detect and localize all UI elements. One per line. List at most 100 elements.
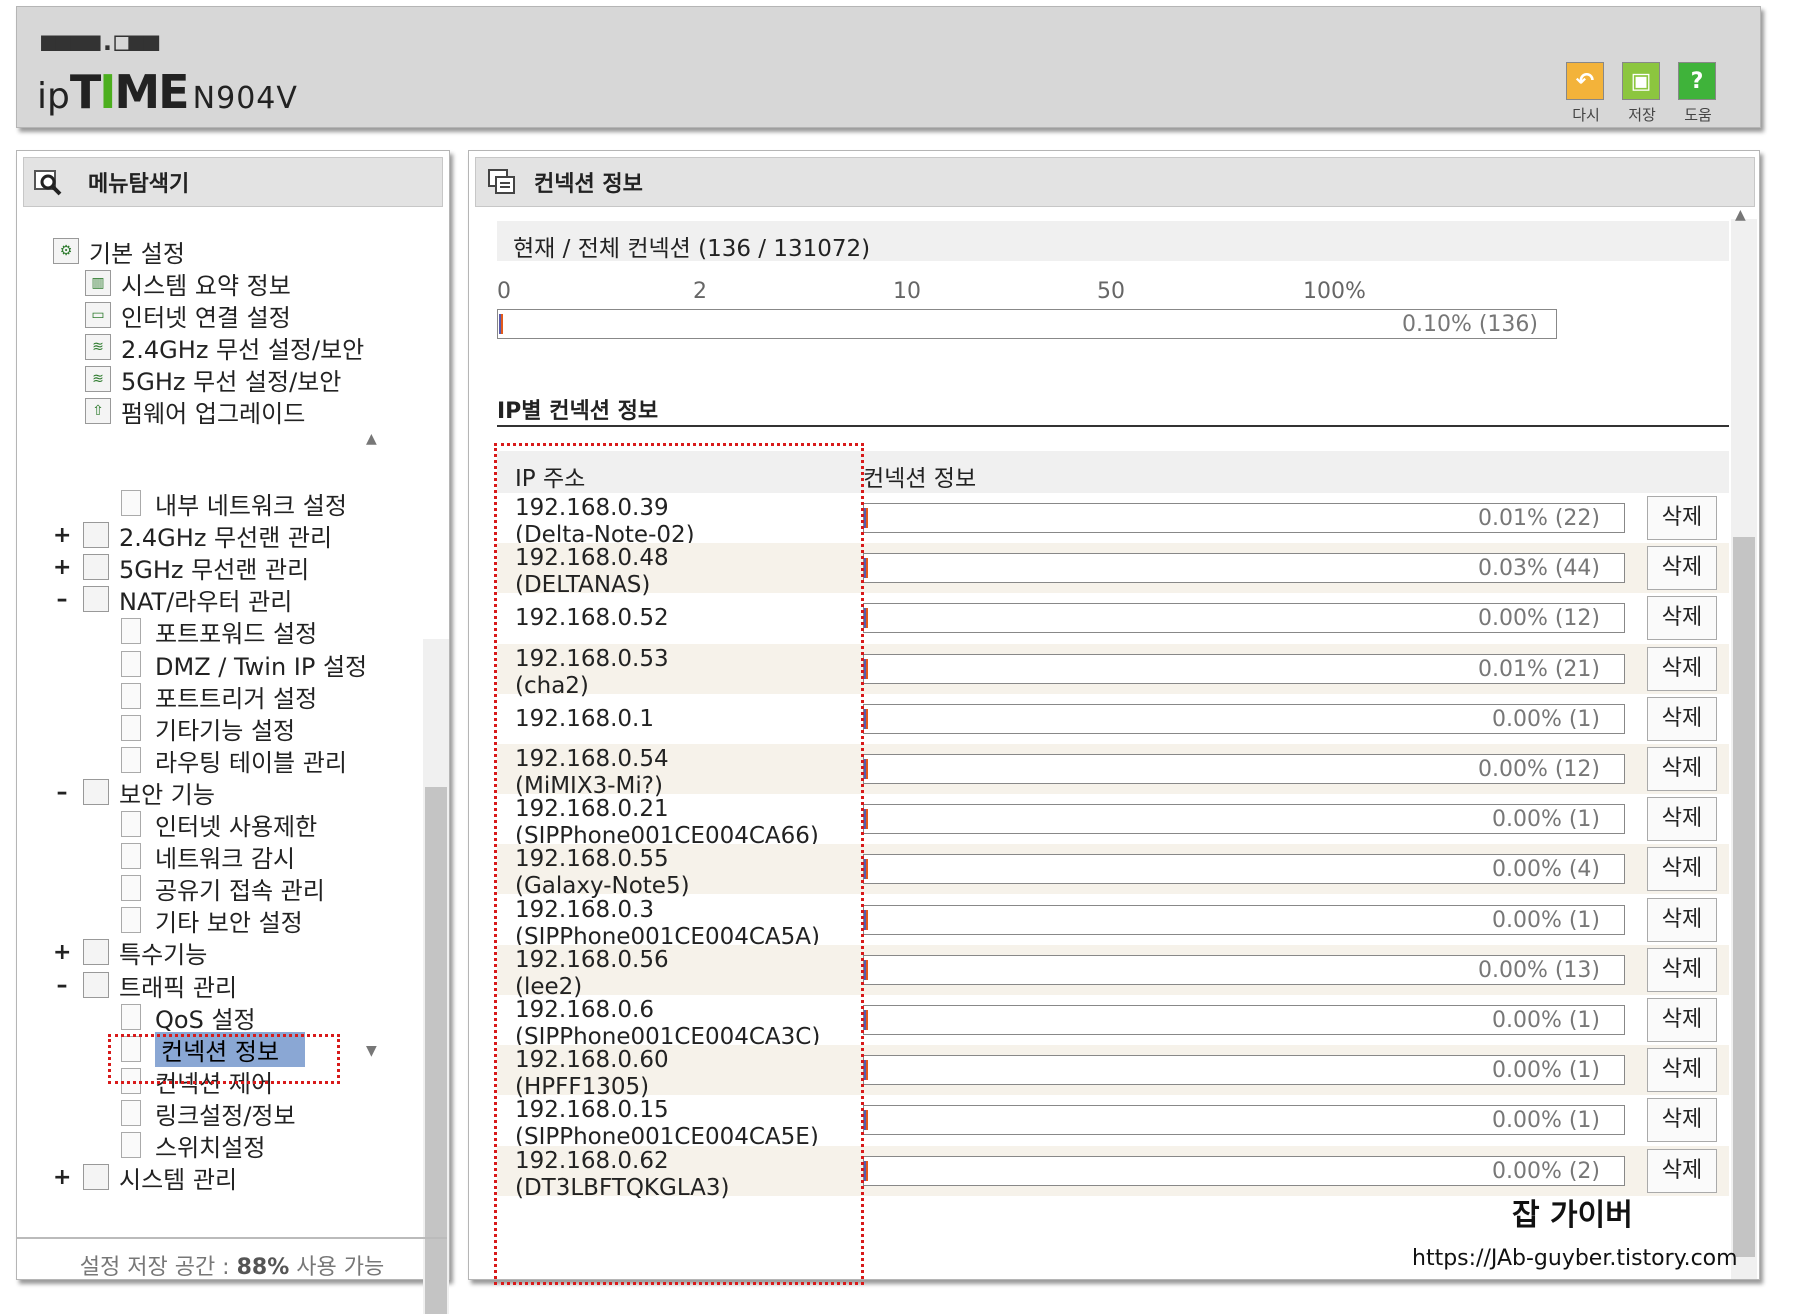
delete-button[interactable]: 삭제 bbox=[1647, 596, 1717, 640]
connection-value: 0.00% (1) bbox=[1491, 908, 1600, 933]
window-icon bbox=[488, 169, 515, 194]
sidebar-group[interactable]: – NAT/라우터 관리 bbox=[53, 583, 292, 616]
page-icon bbox=[121, 1100, 141, 1126]
sidebar-item[interactable]: 라우팅 테이블 관리 bbox=[121, 744, 347, 777]
connection-bar-fill bbox=[864, 659, 868, 679]
sidebar-item[interactable]: 기타 보안 설정 bbox=[121, 904, 303, 937]
page-icon bbox=[121, 490, 141, 516]
delete-button[interactable]: 삭제 bbox=[1647, 496, 1717, 540]
retry-button[interactable]: ↶ 다시 bbox=[1566, 62, 1606, 125]
delete-button[interactable]: 삭제 bbox=[1647, 1149, 1717, 1193]
delete-button[interactable]: 삭제 bbox=[1647, 546, 1717, 590]
watermark-title: 잡 가이버 bbox=[1512, 1198, 1633, 1233]
sidebar-item[interactable]: ≋ 5GHz 무선 설정/보안 bbox=[85, 363, 342, 396]
connection-value: 0.00% (1) bbox=[1491, 807, 1600, 832]
delete-button[interactable]: 삭제 bbox=[1647, 797, 1717, 841]
expand-icon[interactable]: + bbox=[53, 523, 71, 548]
connection-bar-fill bbox=[864, 508, 868, 528]
sidebar-item[interactable]: 네트워크 감시 bbox=[121, 840, 296, 873]
connection-bar: 0.01% (21) bbox=[863, 654, 1625, 684]
help-icon: ? bbox=[1678, 62, 1716, 100]
sidebar-item-label: 5GHz 무선 설정/보안 bbox=[121, 367, 342, 396]
connection-bar: 0.00% (12) bbox=[863, 603, 1625, 633]
sidebar-item[interactable]: 공유기 접속 관리 bbox=[121, 872, 325, 905]
sidebar-item-label: 네트워크 감시 bbox=[155, 844, 296, 873]
delete-button[interactable]: 삭제 bbox=[1647, 948, 1717, 992]
connection-value: 0.00% (12) bbox=[1477, 606, 1600, 631]
header-actions: ↶ 다시 ▣ 저장 ? 도움 bbox=[1566, 62, 1718, 125]
scroll-down-icon[interactable]: ▼ bbox=[366, 1043, 377, 1059]
collapse-icon[interactable]: – bbox=[53, 780, 71, 805]
connection-value: 0.00% (13) bbox=[1477, 958, 1600, 983]
folder-icon bbox=[83, 554, 109, 580]
connection-bar: 0.00% (12) bbox=[863, 754, 1625, 784]
sidebar-scroll-thumb[interactable] bbox=[425, 787, 447, 1314]
total-connection-value: 0.10% (136) bbox=[1401, 312, 1538, 337]
connection-bar: 0.00% (1) bbox=[863, 1105, 1625, 1135]
connection-bar-fill bbox=[864, 608, 868, 628]
sidebar-item[interactable]: 인터넷 사용제한 bbox=[121, 808, 318, 841]
delete-button[interactable]: 삭제 bbox=[1647, 847, 1717, 891]
sidebar-item-label: 인터넷 사용제한 bbox=[155, 812, 318, 841]
sidebar-item[interactable]: 내부 네트워크 설정 bbox=[121, 487, 347, 520]
scroll-up-icon[interactable]: ▲ bbox=[1735, 207, 1746, 223]
sidebar-item[interactable]: 스위치설정 bbox=[121, 1129, 265, 1162]
page-icon bbox=[121, 1132, 141, 1158]
delete-button[interactable]: 삭제 bbox=[1647, 1048, 1717, 1092]
top-header: ■■■■.□■■ ipTIME N904V ↶ 다시 ▣ 저장 ? 도움 bbox=[16, 6, 1761, 128]
connection-value: 0.01% (22) bbox=[1477, 506, 1600, 531]
sidebar-item[interactable]: ▥ 시스템 요약 정보 bbox=[85, 267, 291, 300]
sidebar-item-label: 시스템 관리 bbox=[119, 1165, 238, 1194]
connection-bar-fill bbox=[864, 960, 868, 980]
sidebar-scrollbar[interactable] bbox=[423, 639, 449, 1314]
sidebar-group[interactable]: +2.4GHz 무선랜 관리 bbox=[53, 519, 332, 552]
connection-bar: 0.00% (1) bbox=[863, 1055, 1625, 1085]
delete-button[interactable]: 삭제 bbox=[1647, 998, 1717, 1042]
delete-button[interactable]: 삭제 bbox=[1647, 647, 1717, 691]
wireless-icon: ≋ bbox=[85, 366, 111, 392]
sidebar-item-label: 링크설정/정보 bbox=[155, 1101, 296, 1130]
save-button[interactable]: ▣ 저장 bbox=[1622, 62, 1662, 125]
save-icon: ▣ bbox=[1622, 62, 1660, 100]
delete-button[interactable]: 삭제 bbox=[1647, 697, 1717, 741]
expand-icon[interactable]: + bbox=[53, 555, 71, 580]
help-button[interactable]: ? 도움 bbox=[1678, 62, 1718, 125]
sidebar-item[interactable]: QoS 설정 bbox=[121, 1001, 256, 1034]
sidebar-item[interactable]: 포트포워드 설정 bbox=[121, 615, 317, 648]
sidebar-item[interactable]: 포트트리거 설정 bbox=[121, 680, 317, 713]
page-icon bbox=[121, 907, 141, 933]
scale-tick: 0 bbox=[497, 279, 511, 304]
sidebar-item[interactable]: ▭ 인터넷 연결 설정 bbox=[85, 299, 291, 332]
main-scrollbar[interactable] bbox=[1731, 219, 1757, 1279]
page-icon bbox=[121, 747, 141, 773]
sidebar-item[interactable]: ≋ 2.4GHz 무선 설정/보안 bbox=[85, 331, 364, 364]
collapse-icon[interactable]: – bbox=[53, 587, 71, 612]
sidebar-item[interactable]: 링크설정/정보 bbox=[121, 1097, 296, 1130]
brand-logo: ipTIME N904V bbox=[37, 65, 298, 119]
main-header: 컨넥션 정보 bbox=[475, 157, 1755, 207]
sidebar-group[interactable]: – 트래픽 관리 bbox=[53, 969, 237, 1002]
watermark-url: https://JAb-guyber.tistory.com bbox=[1412, 1246, 1738, 1271]
folder-icon bbox=[83, 522, 109, 548]
sidebar-item[interactable]: ⚙ 기본 설정 bbox=[53, 235, 185, 268]
connection-value: 0.00% (12) bbox=[1477, 757, 1600, 782]
sidebar-item-label: 인터넷 연결 설정 bbox=[121, 303, 291, 332]
expand-icon[interactable]: + bbox=[53, 1165, 71, 1190]
delete-button[interactable]: 삭제 bbox=[1647, 1098, 1717, 1142]
sidebar-item[interactable]: 기타기능 설정 bbox=[121, 712, 295, 745]
expand-icon[interactable]: + bbox=[53, 940, 71, 965]
sidebar-item-label: 내부 네트워크 설정 bbox=[155, 491, 347, 520]
sidebar-group[interactable]: + 시스템 관리 bbox=[53, 1161, 238, 1194]
scroll-up-icon[interactable]: ▲ bbox=[366, 431, 377, 447]
sidebar-item[interactable]: ⇧ 펌웨어 업그레이드 bbox=[85, 395, 305, 428]
collapse-icon[interactable]: – bbox=[53, 973, 71, 998]
delete-button[interactable]: 삭제 bbox=[1647, 898, 1717, 942]
main-scroll-thumb[interactable] bbox=[1733, 537, 1755, 1257]
sidebar-group[interactable]: +5GHz 무선랜 관리 bbox=[53, 551, 309, 584]
sidebar-group[interactable]: + 특수기능 bbox=[53, 936, 207, 969]
delete-button[interactable]: 삭제 bbox=[1647, 747, 1717, 791]
connection-bar: 0.00% (13) bbox=[863, 955, 1625, 985]
sidebar-group[interactable]: – 보안 기능 bbox=[53, 776, 215, 809]
sidebar-item[interactable]: DMZ / Twin IP 설정 bbox=[121, 648, 368, 681]
sidebar-item-label: DMZ / Twin IP 설정 bbox=[155, 652, 368, 681]
